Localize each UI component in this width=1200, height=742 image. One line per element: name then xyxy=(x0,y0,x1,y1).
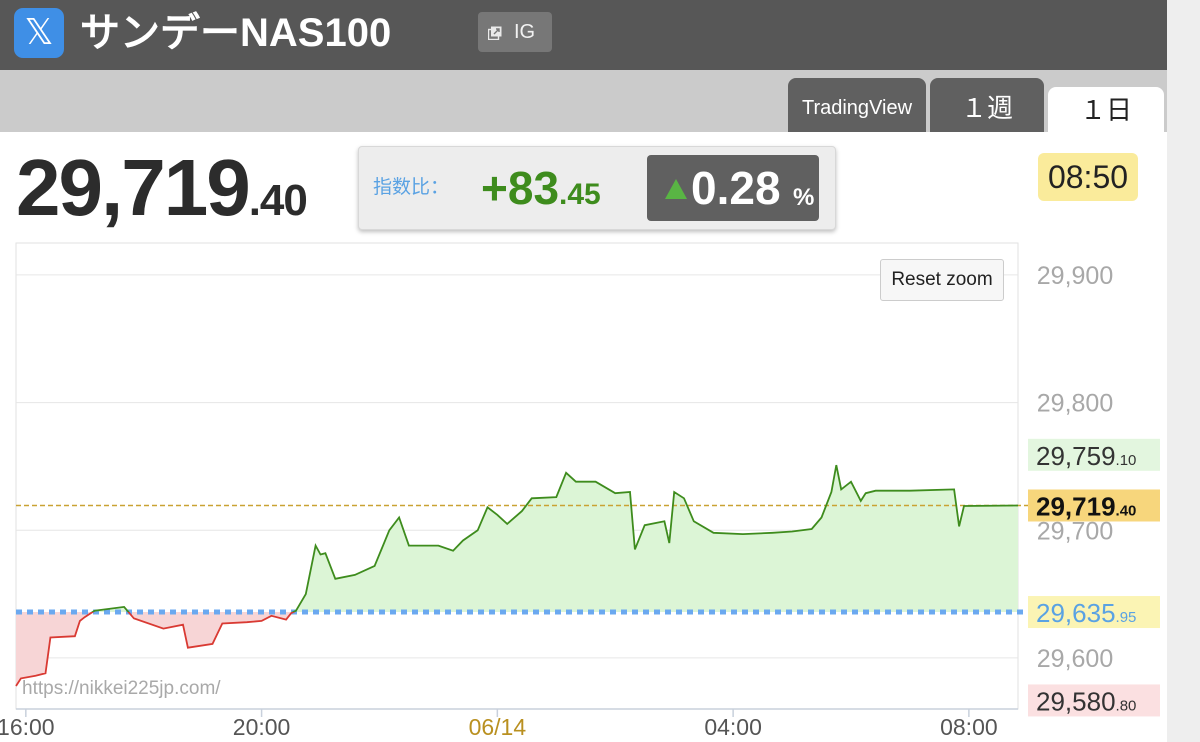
change-label: 指数比： xyxy=(373,177,450,198)
x-logo-icon[interactable]: 𝕏 xyxy=(14,8,64,58)
x-tick-label: 06/14 xyxy=(469,714,527,740)
site-watermark: https://nikkei225jp.com/ xyxy=(22,678,221,699)
x-tick-label: 20:00 xyxy=(233,714,291,740)
source-badge[interactable]: IG xyxy=(478,12,552,52)
price-labels: 29,759.10 29,719.40 29,635.95 29,580.80 xyxy=(1028,438,1160,717)
change-integer: +83 xyxy=(481,162,560,214)
up-triangle-icon xyxy=(665,179,687,199)
x-axis: 16:00 20:00 06/14 04:00 08:00 xyxy=(0,708,1018,740)
quote-time: 08:50 xyxy=(1038,153,1138,201)
price-label-decimal: .95 xyxy=(1116,609,1137,626)
x-tick-label: 16:00 xyxy=(0,714,55,740)
price-label-low: 29,580.80 xyxy=(1028,684,1160,717)
price-label-high: 29,759.10 xyxy=(1028,438,1160,471)
reset-zoom-button[interactable]: Reset zoom xyxy=(880,259,1004,301)
x-tick-label: 04:00 xyxy=(704,714,762,740)
external-link-icon xyxy=(488,26,502,40)
tab-1-day[interactable]: １日 xyxy=(1048,87,1164,143)
tab-1-week[interactable]: １週 xyxy=(930,78,1044,132)
price-label-integer: 29,759 xyxy=(1036,441,1116,471)
price-label-decimal: .10 xyxy=(1116,452,1137,469)
percent-sign: % xyxy=(793,184,815,211)
price-label-current: 29,719.40 xyxy=(1028,489,1160,522)
source-badge-label: IG xyxy=(514,21,536,43)
change-percent-badge: 0.28 % xyxy=(647,155,819,221)
y-tick-label: 29,900 xyxy=(1037,262,1113,290)
price-chart[interactable]: 29,90029,80029,70029,600 29,759.1029,719… xyxy=(0,238,1167,742)
price-label-decimal: .80 xyxy=(1116,697,1137,714)
price-label-integer: 29,719 xyxy=(1036,491,1116,521)
scroll-gutter xyxy=(1167,0,1200,742)
x-tick-label: 08:00 xyxy=(940,714,998,740)
y-tick-label: 29,600 xyxy=(1037,645,1113,673)
price-label-decimal: .40 xyxy=(1116,502,1137,519)
tab-tradingview[interactable]: TradingView xyxy=(788,78,926,132)
change-box: 指数比： +83.45 0.28 % xyxy=(358,146,836,230)
page-title: サンデーNAS100 xyxy=(80,11,392,55)
price-label-integer: 29,635 xyxy=(1036,598,1116,628)
price-decimal: .40 xyxy=(248,176,308,225)
header-bar: 𝕏 サンデーNAS100 IG xyxy=(0,0,1167,70)
plot-area xyxy=(15,242,1019,710)
price-label-reference: 29,635.95 xyxy=(1028,596,1160,629)
change-percent: 0.28 xyxy=(691,162,781,214)
price-integer: 29,719 xyxy=(16,143,251,232)
price-label-integer: 29,580 xyxy=(1036,686,1116,716)
period-tabs: TradingView １週 １日 xyxy=(0,70,1167,143)
change-decimal: .45 xyxy=(559,178,601,211)
change-value: +83.45 xyxy=(481,147,601,241)
current-price: 29,719.40 xyxy=(16,140,308,236)
y-tick-label: 29,800 xyxy=(1037,390,1113,418)
